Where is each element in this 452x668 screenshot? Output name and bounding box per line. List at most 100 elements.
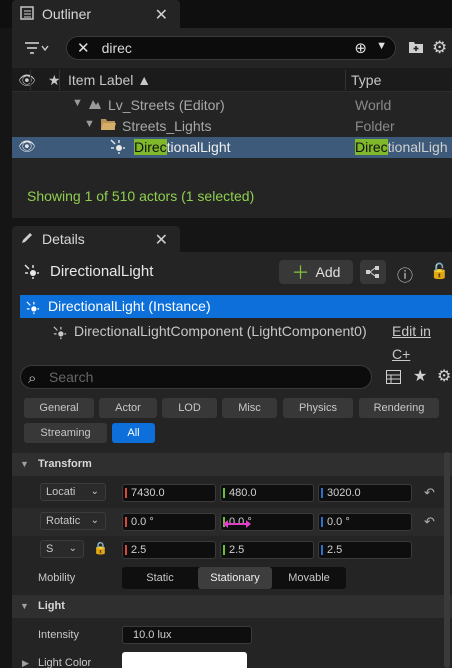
details-search-input[interactable]: ⌕ Search [20,365,372,389]
scale-label: S [46,543,54,555]
scale-x-field[interactable]: 2.5 [122,541,216,559]
component-instance-row[interactable]: DirectionalLight (Instance) [20,295,452,318]
lock-icon[interactable]: 🔓 [430,262,449,280]
mobility-static[interactable]: Static [122,567,198,589]
clear-search-icon[interactable]: ✕ [77,39,90,57]
visibility-column-icon[interactable]: 👁 [18,72,36,89]
component-label: DirectionalLightComponent (LightComponen… [74,323,367,339]
filter-icon[interactable] [24,40,50,59]
add-filter-icon[interactable]: ⊕ [354,39,367,57]
location-z-field[interactable]: 3020.0 [318,484,412,502]
details-scrollbar[interactable] [444,452,450,668]
row-label: Streets_Lights [122,118,212,134]
blueprint-icon[interactable] [360,260,386,284]
column-type[interactable]: Type [351,72,381,88]
filter-streaming[interactable]: Streaming [24,423,107,443]
drag-cursor-icon [222,516,252,535]
lock-icon[interactable]: 🔒 [93,541,108,555]
add-folder-icon[interactable] [408,40,424,57]
expand-arrow-icon[interactable]: ▼ [84,118,95,130]
section-light[interactable]: ▼ Light [12,595,452,618]
visibility-eye-icon[interactable]: 👁 [18,138,36,155]
filter-actor[interactable]: Actor [99,398,157,418]
filter-misc[interactable]: Misc [222,398,277,418]
search-value: direc [101,40,132,56]
actor-name: DirectionalLight [50,263,154,280]
reset-arrow-icon[interactable]: ↶ [424,514,435,530]
directional-light-icon [26,299,40,322]
column-item-label[interactable]: Item Label ▲ [68,72,151,88]
location-y-field[interactable]: 480.0 [220,484,314,502]
plus-icon: ＋ [291,263,310,283]
collapse-arrow-icon: ▼ [20,601,29,611]
tab-details[interactable]: Details ✕ [12,226,180,252]
row-type-rest: tionalLigh [387,139,448,155]
mobility-movable[interactable]: Movable [272,567,346,589]
filter-lod[interactable]: LOD [162,398,217,418]
mobility-stationary[interactable]: Stationary [198,567,272,589]
match-highlight: Direc [355,139,388,155]
outliner-header: 👁 ★ Item Label ▲ Type [12,68,452,92]
details-tab-title: Details [42,231,85,247]
outliner-status: Showing 1 of 510 actors (1 selected) [27,188,255,204]
component-instance-label: DirectionalLight (Instance) [48,298,211,314]
filter-general[interactable]: General [24,398,94,418]
light-color-label: Light Color [38,657,92,668]
filter-all[interactable]: All [112,423,155,443]
location-x-field[interactable]: 7430.0 [122,484,216,502]
filter-physics[interactable]: Physics [283,398,353,418]
close-icon[interactable]: ✕ [155,5,168,25]
scale-y-field[interactable]: 2.5 [220,541,314,559]
section-title: Transform [38,458,92,470]
mobility-segmented-control: Static Stationary Movable [122,567,346,589]
chevron-down-icon[interactable]: ▼ [376,40,387,52]
rotation-label: Rotatic [46,515,81,527]
outliner-tab-title: Outliner [42,6,92,22]
row-type: World [355,97,392,113]
tab-outliner[interactable]: Outliner ✕ [12,0,180,28]
folder-icon [100,118,116,134]
intensity-label: Intensity [38,629,79,641]
outliner-search-input[interactable]: ✕ direc ⊕ ▼ [66,36,396,60]
light-color-swatch[interactable] [122,652,247,668]
scale-z-field[interactable]: 2.5 [318,541,412,559]
location-dropdown[interactable]: Locati ⌄ [40,483,106,501]
directional-light-icon [110,139,126,158]
outliner-icon [20,5,34,23]
gear-icon[interactable]: ⚙ [437,366,451,386]
outliner-row-directional-light[interactable]: 👁 DirectionalLight DirectionalLigh [12,137,452,158]
section-transform[interactable]: ▼ Transform [12,453,452,476]
scale-dropdown[interactable]: S ⌄ [40,540,84,558]
component-row[interactable]: DirectionalLightComponent (LightComponen… [20,320,452,362]
table-view-icon[interactable] [386,370,401,387]
row-label: DirectionalLight [134,139,231,155]
search-placeholder: Search [49,369,94,385]
reset-arrow-icon[interactable]: ↶ [424,485,435,501]
directional-light-icon [53,324,67,347]
outliner-row-world[interactable]: ▼ Lv_Streets (Editor) World [12,95,452,116]
close-icon[interactable]: ✕ [155,230,168,250]
location-label: Locati [46,486,76,498]
row-type: Folder [355,118,395,134]
add-label: Add [315,264,341,280]
expand-arrow-icon[interactable]: ▶ [22,658,29,668]
gear-icon[interactable]: ⚙ [432,38,447,58]
rotation-z-field[interactable]: 0.0 ° [318,513,412,531]
star-icon[interactable]: ★ [413,366,427,386]
row-label: Lv_Streets (Editor) [108,97,225,113]
chevron-down-icon: ⌄ [90,486,99,497]
add-component-button[interactable]: ＋ Add [279,260,353,284]
outliner-row-folder[interactable]: ▼ Streets_Lights Folder [12,116,452,137]
rotation-x-field[interactable]: 0.0 ° [122,513,216,531]
search-icon: ⌕ [28,370,37,387]
rotation-dropdown[interactable]: Rotatic ⌄ [40,512,106,530]
help-icon[interactable]: ⓘ [397,262,413,286]
collapse-arrow-icon: ▼ [20,459,29,469]
world-icon [88,96,102,113]
intensity-field[interactable]: 10.0 lux [122,626,252,644]
filter-rendering[interactable]: Rendering [359,398,439,418]
row-type: DirectionalLigh [355,139,448,155]
edit-in-cpp-link[interactable]: Edit in C+ [392,320,452,366]
section-title: Light [38,600,65,612]
expand-arrow-icon[interactable]: ▼ [72,97,83,109]
